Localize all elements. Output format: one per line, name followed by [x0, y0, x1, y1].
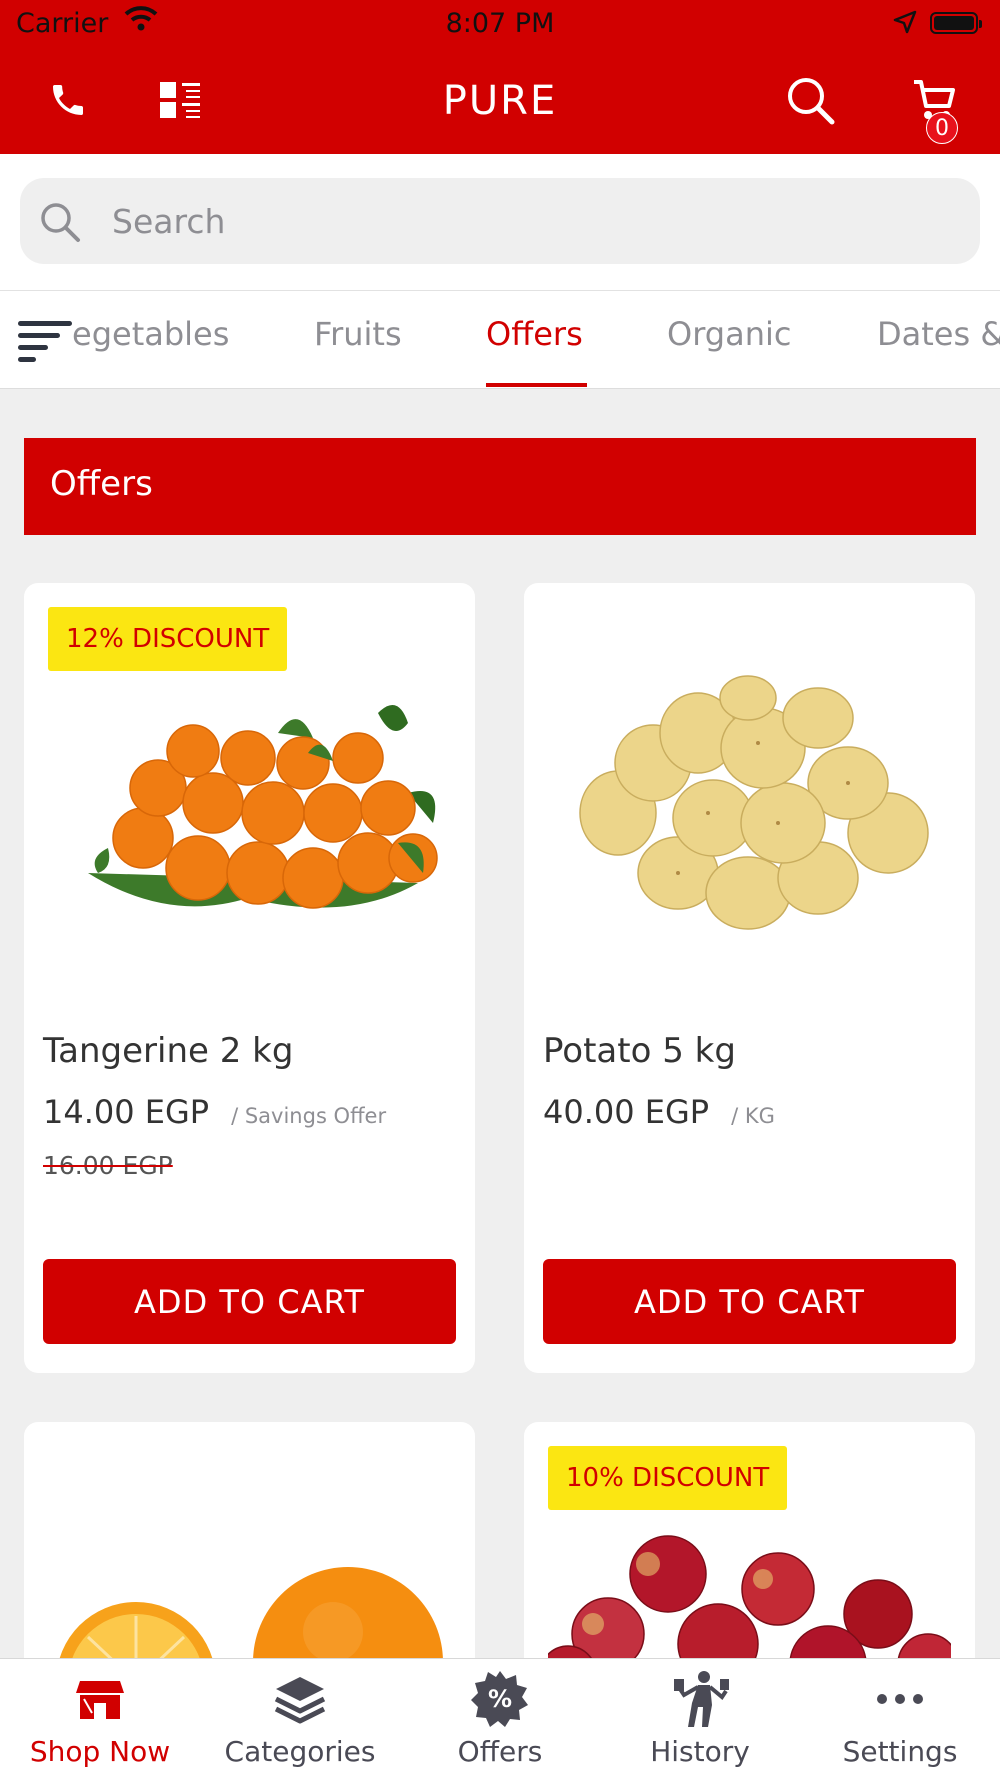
product-image-tangerines [48, 673, 451, 933]
shopper-icon [670, 1669, 730, 1729]
status-bar: Carrier 8:07 PM [0, 0, 1000, 50]
product-unit: / KG [731, 1104, 775, 1128]
product-image-potatoes [548, 673, 951, 933]
location-arrow-icon [893, 10, 917, 41]
search-button[interactable] [780, 72, 840, 132]
search-bar[interactable] [20, 178, 980, 264]
tab-label: Settings [842, 1735, 958, 1768]
product-unit: / Savings Offer [231, 1104, 387, 1128]
top-navigation-bar: PURE 0 [0, 50, 1000, 154]
product-price-row: 14.00 EGP / Savings Offer [43, 1093, 386, 1131]
filter-button[interactable] [0, 291, 72, 387]
percent-badge-icon: % [470, 1669, 530, 1729]
active-tab-indicator [486, 383, 587, 387]
tab-fruits[interactable]: Fruits [314, 315, 402, 353]
add-to-cart-button[interactable]: ADD TO CART [43, 1259, 456, 1344]
search-icon [784, 74, 836, 130]
tab-offers-bottom[interactable]: % Offers [400, 1659, 600, 1779]
bottom-tab-bar: Shop Now Categories % Offers History Set… [0, 1658, 1000, 1779]
tab-settings[interactable]: Settings [800, 1659, 1000, 1779]
tab-dates[interactable]: Dates & [877, 315, 1000, 353]
layers-icon [270, 1669, 330, 1729]
tab-label: Offers [457, 1735, 543, 1768]
store-icon [70, 1669, 130, 1729]
product-price-row: 40.00 EGP / KG [543, 1093, 775, 1131]
tab-offers[interactable]: Offers [486, 315, 583, 353]
product-price: 40.00 EGP [543, 1093, 710, 1131]
product-name: Potato 5 kg [543, 1031, 736, 1071]
product-card[interactable]: 12% DISCOUNT Tangerine 2 kg 14.00 EGP / S… [24, 583, 475, 1373]
product-name: Tangerine 2 kg [43, 1031, 294, 1071]
tab-categories[interactable]: Categories [200, 1659, 400, 1779]
section-title: Offers [50, 464, 153, 504]
more-dots-icon [870, 1669, 930, 1729]
tab-history[interactable]: History [600, 1659, 800, 1779]
svg-text:%: % [488, 1685, 512, 1713]
product-card[interactable]: Potato 5 kg 40.00 EGP / KG ADD TO CART [524, 583, 975, 1373]
tab-vegetables[interactable]: egetables [72, 315, 229, 353]
category-tabs: egetables Fruits Offers Organic Dates & [0, 291, 1000, 389]
section-header: Offers [24, 438, 976, 535]
filter-icon [18, 317, 74, 371]
tab-label: History [650, 1735, 750, 1768]
product-price: 14.00 EGP [43, 1093, 210, 1131]
search-icon [38, 200, 82, 248]
tab-label: Categories [224, 1735, 376, 1768]
cart-count-badge: 0 [926, 112, 958, 144]
discount-badge: 10% DISCOUNT [548, 1446, 788, 1510]
battery-icon [930, 12, 982, 34]
product-old-price: 16.00 EGP [43, 1151, 173, 1180]
tab-label: Shop Now [29, 1735, 171, 1768]
tab-shop-now[interactable]: Shop Now [0, 1659, 200, 1779]
search-section [0, 154, 1000, 291]
search-input[interactable] [110, 192, 954, 250]
clock-label: 8:07 PM [445, 8, 555, 39]
tab-organic[interactable]: Organic [667, 315, 791, 353]
add-to-cart-button[interactable]: ADD TO CART [543, 1259, 956, 1344]
discount-badge: 12% DISCOUNT [48, 607, 288, 671]
app-title: PURE [442, 78, 558, 124]
